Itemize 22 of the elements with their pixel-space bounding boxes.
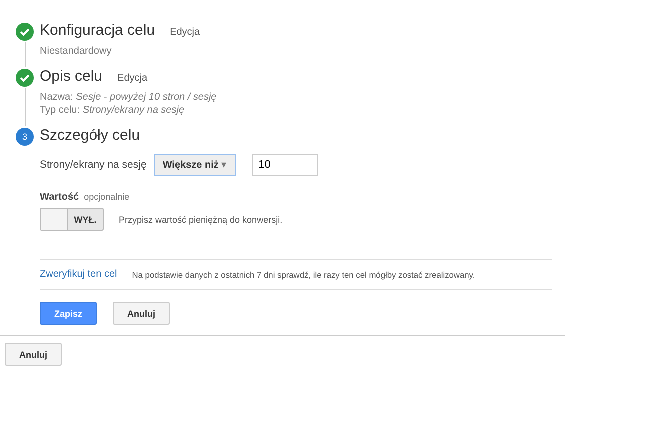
check-icon [16, 69, 34, 87]
cancel-button[interactable]: Anuluj [113, 302, 170, 325]
value-label: Wartość [40, 192, 80, 203]
optional-hint: opcjonalnie [84, 192, 130, 202]
cancel-button[interactable]: Anuluj [5, 343, 62, 366]
value-description: Przypisz wartość pieniężną do konwersji. [119, 214, 283, 224]
step-detail: Typ celu: Strony/ekrany na sesję [40, 104, 186, 117]
value-input[interactable]: 10 [252, 154, 318, 176]
step-number: 3 [16, 128, 34, 146]
step-title: Szczegóły celu [40, 127, 140, 144]
edit-link[interactable]: Edycja [118, 73, 148, 84]
verify-link[interactable]: Zweryfikuj ten cel [40, 269, 118, 280]
edit-link[interactable]: Edycja [170, 27, 200, 38]
step-title: Konfiguracja celu [40, 22, 156, 39]
condition-label: Strony/ekrany na sesję [40, 159, 147, 171]
step-title: Opis celu [40, 68, 103, 85]
check-icon [16, 23, 34, 41]
step-detail: Nazwa: Sesje - powyżej 10 stron / sesję [40, 91, 218, 104]
value-toggle[interactable]: WYŁ. [40, 208, 104, 231]
step-detail: Niestandardowy [40, 45, 113, 58]
verify-description: Na podstawie danych z ostatnich 7 dni sprawdź, ile razy ten cel mógłby zostać zrealizowany. [132, 270, 476, 280]
operator-dropdown[interactable]: Większe niż ▾ [154, 154, 236, 176]
